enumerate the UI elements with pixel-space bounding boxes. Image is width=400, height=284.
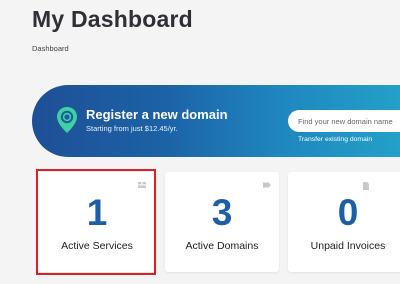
unpaid-invoices-card[interactable]: 0 Unpaid Invoices [288,172,400,272]
services-icon [138,182,146,188]
banner-subtitle: Starting from just $12.45/yr. [86,124,178,133]
domain-search-input[interactable] [288,110,400,132]
location-pin-icon [57,107,77,133]
banner-title: Register a new domain [86,107,228,122]
active-domains-label: Active Domains [185,240,259,252]
active-domains-count: 3 [211,192,233,233]
transfer-domain-link[interactable]: Transfer existing domain [298,136,372,143]
active-domains-card[interactable]: 3 Active Domains [165,172,279,272]
page-title: My Dashboard [32,6,193,32]
active-services-card[interactable]: 1 Active Services [38,172,156,272]
domains-icon [263,182,271,188]
breadcrumb[interactable]: Dashboard [32,44,69,53]
invoice-icon [363,182,369,190]
active-services-label: Active Services [61,240,133,252]
unpaid-invoices-count: 0 [337,192,359,233]
active-services-count: 1 [86,192,108,233]
unpaid-invoices-label: Unpaid Invoices [310,240,386,252]
